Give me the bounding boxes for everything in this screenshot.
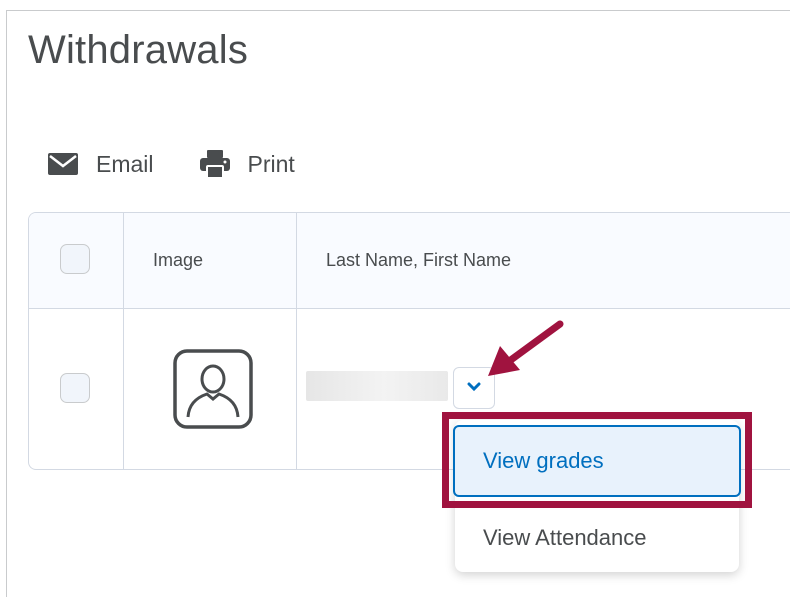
user-menu-opener-button[interactable] (453, 367, 495, 409)
toolbar: Email Print (48, 150, 295, 178)
menu-item-view-attendance[interactable]: View Attendance (455, 520, 739, 556)
email-label: Email (96, 150, 154, 177)
email-button[interactable]: Email (48, 151, 154, 178)
chevron-down-icon (467, 379, 481, 397)
row-checkbox[interactable] (60, 373, 90, 403)
page-title: Withdrawals (28, 28, 249, 72)
print-label: Print (247, 150, 295, 177)
print-button[interactable]: Print (199, 150, 295, 178)
email-icon (48, 153, 78, 175)
user-avatar-icon (173, 349, 253, 429)
print-icon (199, 150, 230, 178)
student-name-redacted[interactable] (306, 371, 448, 401)
menu-item-view-grades[interactable]: View grades (453, 425, 741, 497)
select-all-checkbox[interactable] (60, 244, 90, 274)
column-divider (296, 213, 297, 469)
name-column-header[interactable]: Last Name, First Name (326, 250, 511, 271)
user-context-menu: View grades View Attendance (453, 420, 741, 572)
image-column-header: Image (153, 250, 204, 270)
column-divider (123, 213, 124, 469)
